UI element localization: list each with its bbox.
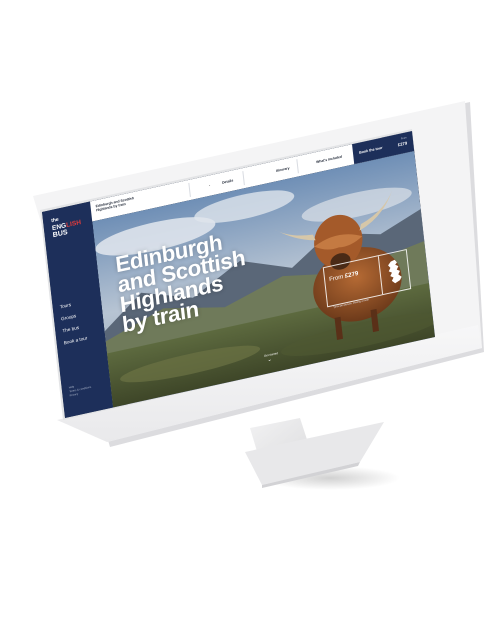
scotland-map-icon — [388, 259, 402, 284]
sidebar-item-the-bus[interactable]: The bus — [62, 323, 86, 334]
chevron-down-icon[interactable]: ⌄ — [267, 356, 272, 363]
book-price-value: £279 — [397, 140, 408, 148]
tab-whats-included[interactable]: What's included — [316, 155, 342, 165]
sidebar-item-tours[interactable]: Tours — [59, 299, 83, 309]
tab-details[interactable]: Details — [222, 178, 234, 184]
stage: the ENGLISH BUS Tours Groups The bus Boo… — [0, 0, 490, 620]
tab-itinerary[interactable]: Itinerary — [276, 166, 290, 173]
sidebar-item-book-a-tour[interactable]: Book a tour — [64, 335, 88, 345]
sidebar-nav: Tours Groups The bus Book a tour — [59, 299, 88, 352]
brand-logo[interactable]: the ENGLISH BUS — [51, 212, 82, 240]
sidebar-item-groups[interactable]: Groups — [61, 311, 85, 321]
hero-price: From £279 — [328, 270, 359, 284]
nav-dot: • — [208, 183, 211, 188]
book-tour-label: Book the tour — [358, 145, 383, 155]
sidebar-footer: Help Terms & conditions Privacy — [69, 382, 92, 399]
